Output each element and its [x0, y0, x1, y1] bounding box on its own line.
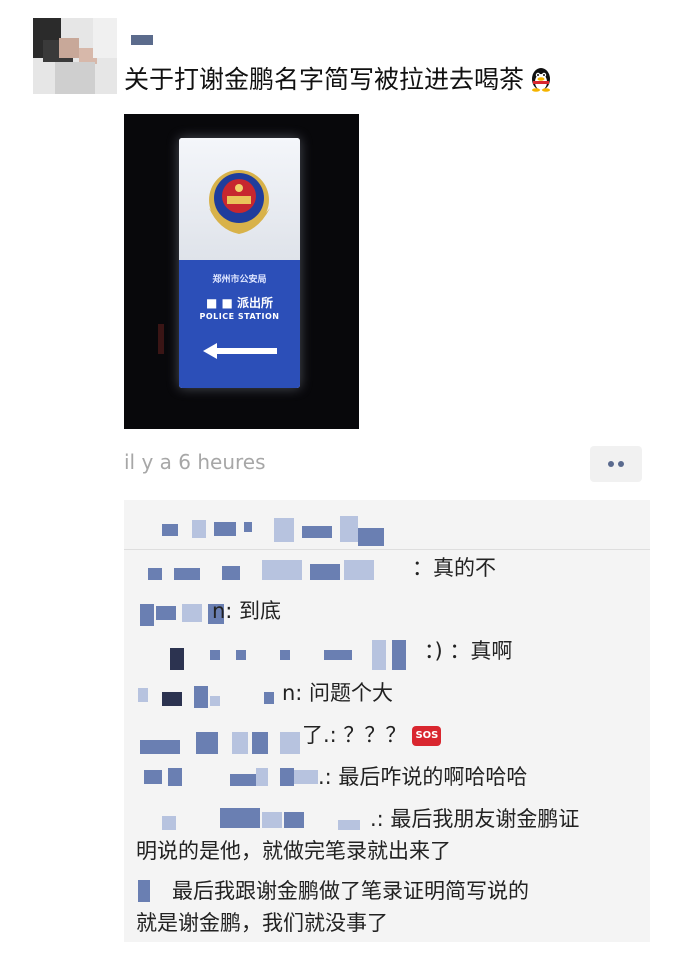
- comment-author-mosaic: [280, 732, 300, 754]
- post-photo[interactable]: 郑州市公安局 ■ ■ 派出所 POLICE STATION: [124, 114, 359, 429]
- comment-8-line-2[interactable]: 就是谢金鹏，我们就没事了: [136, 909, 388, 937]
- comment-author-mosaic: [264, 692, 274, 704]
- comment-2[interactable]: n: 到底: [212, 597, 281, 625]
- comment-author-mosaic: [210, 696, 220, 706]
- comment-3[interactable]: ：) ：真啊: [424, 637, 512, 665]
- likes-mosaic: [214, 522, 236, 536]
- comments-divider: [124, 549, 650, 550]
- comment-author-mosaic: [236, 650, 246, 660]
- comment-author-mosaic: [284, 812, 304, 828]
- comment-author-mosaic: [148, 568, 162, 580]
- comment-author-mosaic: [256, 768, 268, 786]
- comment-author-mosaic: [196, 732, 218, 754]
- comment-author-mosaic: [138, 880, 150, 902]
- comment-author-mosaic: [324, 650, 352, 660]
- post-text: 关于打谢金鹏名字简写被拉进去喝茶: [124, 62, 554, 98]
- post-text-content: 关于打谢金鹏名字简写被拉进去喝茶: [124, 65, 525, 94]
- comment-author-mosaic: [144, 770, 162, 784]
- username[interactable]: [131, 35, 153, 45]
- comment-author-mosaic: [252, 732, 268, 754]
- comment-author-mosaic: [392, 640, 406, 670]
- comment-5[interactable]: 了.: ？？？ SOS: [302, 721, 442, 749]
- comment-author-mosaic: [210, 650, 220, 660]
- comment-1[interactable]: ：真的不: [412, 554, 496, 582]
- likes-mosaic: [302, 526, 332, 538]
- comments-panel: ：真的不 n: 到底 ：) ：真啊 n: 问题个大 了.: ？？？ SOS .: …: [124, 500, 650, 942]
- post-timestamp: il y a 6 heures: [124, 450, 266, 474]
- comment-7[interactable]: .: 最后我朋友谢金鹏证: [370, 805, 579, 833]
- comment-4[interactable]: n: 问题个大: [282, 679, 393, 707]
- avatar[interactable]: [33, 18, 117, 94]
- qq-penguin-icon: [532, 68, 551, 92]
- comment-author-mosaic: [294, 770, 318, 784]
- comment-author-mosaic: [280, 768, 294, 786]
- comment-author-mosaic: [162, 692, 182, 706]
- likes-mosaic: [192, 520, 206, 538]
- comment-author-mosaic: [156, 606, 176, 620]
- comment-author-mosaic: [262, 812, 282, 828]
- likes-mosaic: [358, 528, 384, 546]
- comment-author-mosaic: [140, 740, 180, 754]
- comment-author-mosaic: [338, 820, 360, 830]
- more-options-button[interactable]: [590, 446, 642, 482]
- more-dot-icon: [608, 461, 614, 467]
- sign-english-label: POLICE STATION: [199, 312, 280, 321]
- likes-mosaic: [244, 522, 252, 532]
- comment-author-mosaic: [162, 816, 176, 830]
- sos-emoji-icon: SOS: [412, 726, 442, 746]
- comment-author-mosaic: [138, 688, 148, 702]
- comment-author-mosaic: [262, 560, 302, 580]
- comment-author-mosaic: [310, 564, 340, 580]
- likes-mosaic: [162, 524, 178, 536]
- comment-7-line-2[interactable]: 明说的是他，就做完笔录就出来了: [136, 837, 451, 865]
- comment-author-mosaic: [194, 686, 208, 708]
- left-arrow-icon: [203, 343, 277, 359]
- comment-author-mosaic: [372, 640, 386, 670]
- comment-author-mosaic: [230, 774, 256, 786]
- police-emblem-icon: [209, 170, 270, 234]
- comment-author-mosaic: [182, 604, 202, 622]
- sign-city-label: 郑州市公安局: [212, 275, 267, 285]
- comment-author-mosaic: [140, 604, 154, 626]
- comment-author-mosaic: [170, 648, 184, 670]
- comment-author-mosaic: [222, 566, 240, 580]
- comment-6[interactable]: .: 最后咋说的啊哈哈哈: [318, 763, 527, 791]
- police-station-sign: 郑州市公安局 ■ ■ 派出所 POLICE STATION: [179, 138, 300, 388]
- comment-author-mosaic: [232, 732, 248, 754]
- comment-author-mosaic: [174, 568, 200, 580]
- likes-mosaic: [274, 518, 294, 542]
- comment-author-mosaic: [280, 650, 290, 660]
- sign-station-label: ■ ■ 派出所: [205, 296, 274, 310]
- comment-author-mosaic: [344, 560, 374, 580]
- likes-mosaic: [340, 516, 358, 542]
- comment-8[interactable]: 最后我跟谢金鹏做了笔录证明简写说的: [172, 877, 529, 905]
- comment-author-mosaic: [220, 808, 260, 828]
- comment-5-text: 了.: ？？？: [302, 723, 407, 747]
- comment-author-mosaic: [168, 768, 182, 786]
- more-dot-icon: [618, 461, 624, 467]
